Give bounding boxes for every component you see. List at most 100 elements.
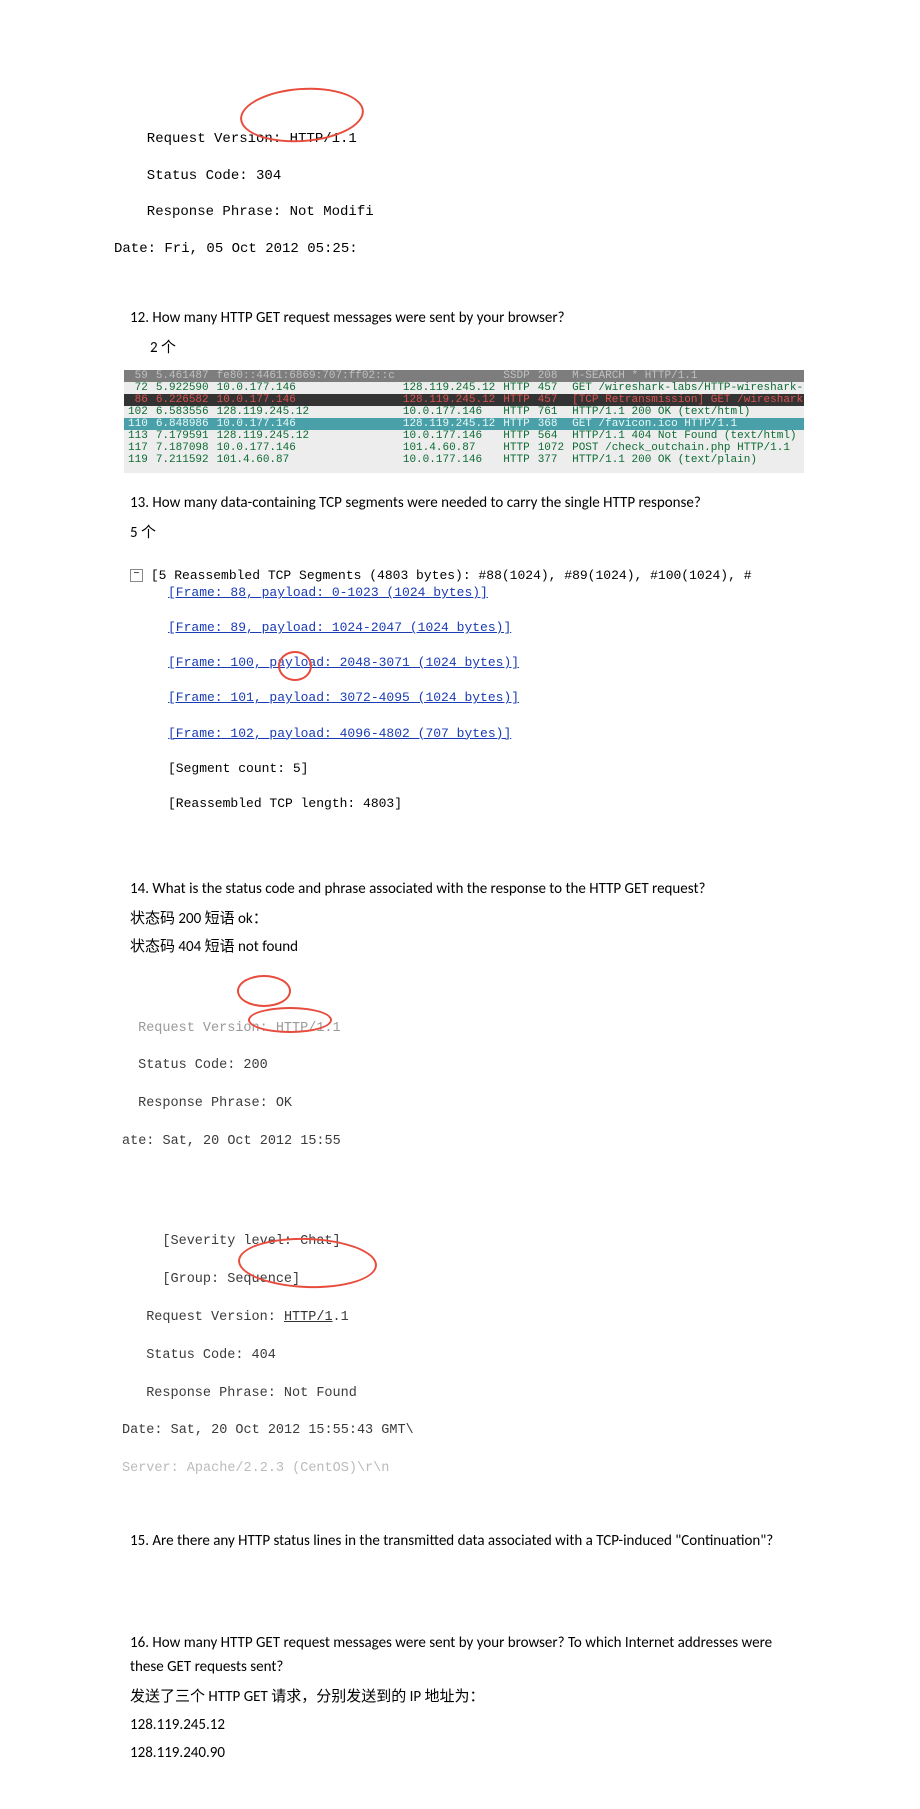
packet-cell: HTTP/1.1 200 OK (text/plain) xyxy=(568,454,804,466)
packet-cell: [TCP Retransmission] GET /wireshark-lab xyxy=(568,394,804,406)
snippet-line: Status Code: 304 xyxy=(130,167,790,185)
packet-cell: 101.4.60.87 xyxy=(213,454,399,466)
packet-list-table-wrap: 595.461487fe80::4461:6869:707:ff02::c SSD… xyxy=(124,364,804,479)
snippet-line: [Group: Sequence] xyxy=(130,1271,790,1290)
packet-cell: POST /check_outchain.php HTTP/1.1 xyxy=(568,442,804,454)
packet-cell: 564 xyxy=(534,430,568,442)
packet-cell: HTTP xyxy=(499,418,533,430)
packet-cell: 128.119.245.12 xyxy=(213,430,399,442)
snippet-line: Date: Sat, 20 Oct 2012 15:55:43 GMT\ xyxy=(122,1422,790,1441)
answer-16c: 128.119.240.90 xyxy=(130,1741,790,1765)
collapse-icon[interactable]: − xyxy=(130,569,143,582)
packet-cell: HTTP xyxy=(499,394,533,406)
segment-count: [Segment count: 5] xyxy=(130,760,790,778)
packet-cell: 761 xyxy=(534,406,568,418)
seg-header: [5 Reassembled TCP Segments (4803 bytes)… xyxy=(151,568,752,583)
packet-cell: 128.119.245.12 xyxy=(399,418,499,430)
packet-cell: SSDP xyxy=(499,370,533,382)
frame-link[interactable]: [Frame: 102, payload: 4096-4802 (707 byt… xyxy=(168,726,511,741)
packet-cell: 208 xyxy=(534,370,568,382)
packet-cell: 10.0.177.146 xyxy=(399,454,499,466)
packet-cell: M-SEARCH * HTTP/1.1 xyxy=(568,370,804,382)
http-304-snippet: Request Version: HTTP/1.1 Status Code: 3… xyxy=(130,94,790,294)
packet-cell: 6.583556 xyxy=(152,406,213,418)
packet-cell: HTTP/1.1 200 OK (text/html) xyxy=(568,406,804,418)
frame-link[interactable]: [Frame: 88, payload: 0-1023 (1024 bytes)… xyxy=(168,585,488,600)
packet-cell: 128.119.245.12 xyxy=(399,382,499,394)
packet-row[interactable]: 1197.211592101.4.60.8710.0.177.146HTTP 3… xyxy=(124,454,804,466)
packet-cell xyxy=(399,370,499,382)
packet-cell: GET /wireshark-labs/HTTP-wireshark-file xyxy=(568,382,804,394)
packet-cell: 128.119.245.12 xyxy=(213,406,399,418)
packet-cell: 7.179591 xyxy=(152,430,213,442)
packet-cell: HTTP xyxy=(499,454,533,466)
packet-cell: 377 xyxy=(534,454,568,466)
packet-cell: 6.848986 xyxy=(152,418,213,430)
packet-cell: 10.0.177.146 xyxy=(399,430,499,442)
document-page: Request Version: HTTP/1.1 Status Code: 3… xyxy=(0,0,920,1809)
packet-row[interactable]: 866.22658210.0.177.146128.119.245.12HTTP… xyxy=(124,394,804,406)
packet-row[interactable]: 1177.18709810.0.177.146101.4.60.87HTTP 1… xyxy=(124,442,804,454)
frame-link[interactable]: [Frame: 100, payload: 2048-3071 (1024 by… xyxy=(168,655,519,670)
snippet-line: Server: Apache/2.2.3 (CentOS)\r\n xyxy=(122,1460,790,1479)
packet-row-clipped xyxy=(124,466,804,473)
packet-cell: 7.187098 xyxy=(152,442,213,454)
packet-cell: 128.119.245.12 xyxy=(399,394,499,406)
packet-cell: GET /favicon.ico HTTP/1.1 xyxy=(568,418,804,430)
snippet-line: Status Code: 200 xyxy=(130,1057,790,1076)
packet-row[interactable]: 1026.583556128.119.245.1210.0.177.146HTT… xyxy=(124,406,804,418)
packet-cell: HTTP xyxy=(499,430,533,442)
frame-link[interactable]: [Frame: 101, payload: 3072-4095 (1024 by… xyxy=(168,690,519,705)
snippet-line: Response Phrase: Not Modifi xyxy=(130,203,790,221)
answer-14a: 状态码 200 短语 ok： xyxy=(130,907,790,931)
answer-12: 2 个 xyxy=(130,336,790,360)
question-14: 14. What is the status code and phrase a… xyxy=(130,877,790,901)
packet-cell: 10.0.177.146 xyxy=(213,394,399,406)
answer-16b: 128.119.245.12 xyxy=(130,1713,790,1737)
packet-cell: HTTP xyxy=(499,382,533,394)
packet-row[interactable]: 595.461487fe80::4461:6869:707:ff02::c SSD… xyxy=(124,370,804,382)
packet-cell: 7.211592 xyxy=(152,454,213,466)
packet-cell: 113 xyxy=(124,430,152,442)
packet-cell: 119 xyxy=(124,454,152,466)
packet-cell: HTTP/1.1 404 Not Found (text/html) xyxy=(568,430,804,442)
snippet-line: Request Version: HTTP/1.1 xyxy=(130,1020,790,1039)
snippet-line: Response Phrase: OK xyxy=(130,1095,790,1114)
packet-row[interactable]: 1137.179591128.119.245.1210.0.177.146HTT… xyxy=(124,430,804,442)
http-200-snippet: Request Version: HTTP/1.1 Status Code: 2… xyxy=(130,963,790,1190)
packet-cell: 102 xyxy=(124,406,152,418)
packet-row[interactable]: 725.92259010.0.177.146128.119.245.12HTTP… xyxy=(124,382,804,394)
packet-cell: 10.0.177.146 xyxy=(213,382,399,394)
packet-cell: 1072 xyxy=(534,442,568,454)
http-404-snippet: [Severity level: Chat] [Group: Sequence]… xyxy=(130,1196,790,1517)
question-15: 15. Are there any HTTP status lines in t… xyxy=(130,1529,790,1553)
packet-list-table: 595.461487fe80::4461:6869:707:ff02::c SSD… xyxy=(124,370,804,473)
question-13: 13. How many data-containing TCP segment… xyxy=(130,491,790,515)
packet-cell: 457 xyxy=(534,394,568,406)
packet-cell: HTTP xyxy=(499,442,533,454)
packet-cell: 72 xyxy=(124,382,152,394)
packet-cell: 457 xyxy=(534,382,568,394)
packet-cell: 59 xyxy=(124,370,152,382)
packet-cell: 10.0.177.146 xyxy=(213,442,399,454)
snippet-line: Status Code: 404 xyxy=(130,1347,790,1366)
packet-cell: 5.461487 xyxy=(152,370,213,382)
snippet-line: Date: Fri, 05 Oct 2012 05:25: xyxy=(114,240,790,258)
answer-16a: 发送了三个 HTTP GET 请求，分别发送到的 IP 地址为： xyxy=(130,1685,790,1709)
frame-link[interactable]: [Frame: 89, payload: 1024-2047 (1024 byt… xyxy=(168,620,511,635)
packet-cell: fe80::4461:6869:707:ff02::c xyxy=(213,370,399,382)
packet-cell: HTTP xyxy=(499,406,533,418)
answer-13: 5 个 xyxy=(130,521,790,545)
snippet-line: Request Version: HTTP/1.1 xyxy=(130,1309,790,1328)
snippet-line: Response Phrase: Not Found xyxy=(130,1385,790,1404)
packet-cell: 6.226582 xyxy=(152,394,213,406)
packet-cell: 368 xyxy=(534,418,568,430)
question-16: 16. How many HTTP GET request messages w… xyxy=(130,1631,790,1679)
packet-cell: 117 xyxy=(124,442,152,454)
snippet-line: [Severity level: Chat] xyxy=(130,1233,790,1252)
packet-cell: 86 xyxy=(124,394,152,406)
packet-cell: 101.4.60.87 xyxy=(399,442,499,454)
question-12: 12. How many HTTP GET request messages w… xyxy=(130,306,790,330)
packet-row[interactable]: 1106.84898610.0.177.146128.119.245.12HTT… xyxy=(124,418,804,430)
reassembled-length: [Reassembled TCP length: 4803] xyxy=(130,795,790,813)
